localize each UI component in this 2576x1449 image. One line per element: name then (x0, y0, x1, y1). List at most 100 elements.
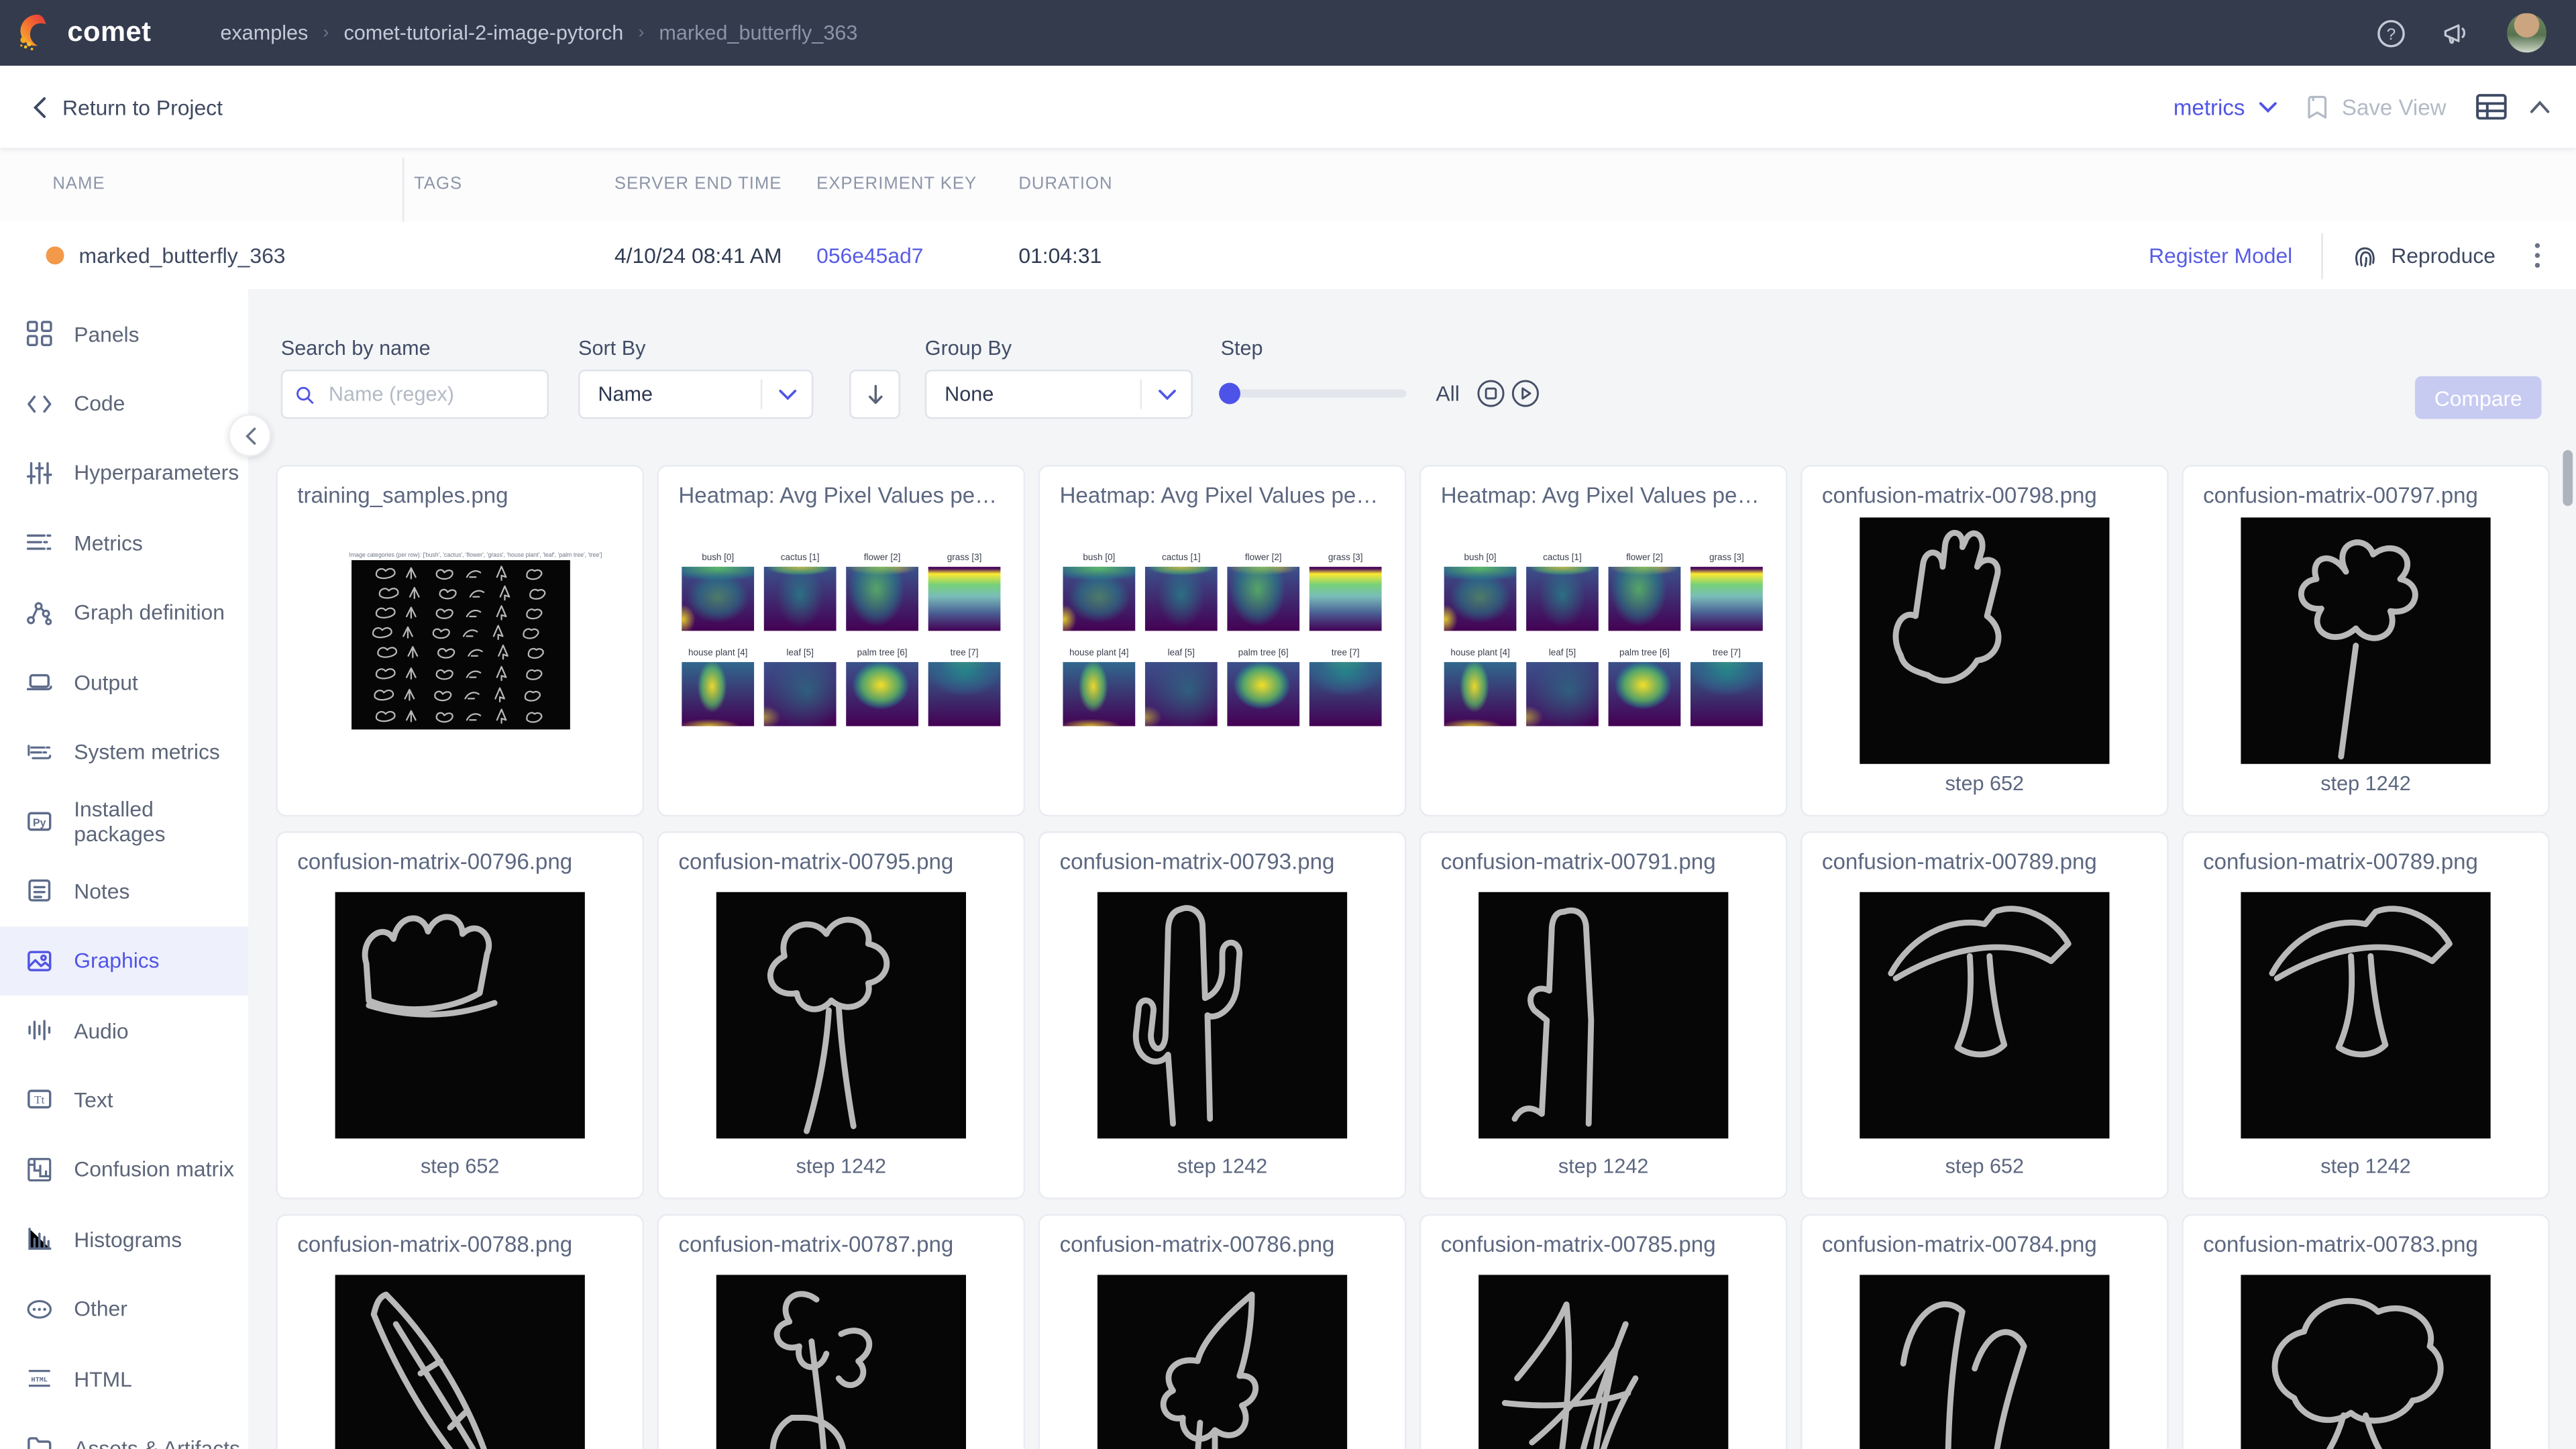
system-metrics-icon (26, 739, 52, 765)
gallery-card[interactable]: confusion-matrix-00785.png (1419, 1214, 1788, 1449)
gallery-card[interactable]: confusion-matrix-00786.png (1038, 1214, 1407, 1449)
sidebar-item-code[interactable]: Code (0, 369, 248, 439)
card-image[interactable] (659, 874, 1024, 1155)
sidebar-item-html[interactable]: HTML HTML (0, 1344, 248, 1413)
register-model-button[interactable]: Register Model (2149, 243, 2292, 268)
group-select[interactable]: None (925, 370, 1193, 419)
gallery-card[interactable]: confusion-matrix-00793.png step 1242 (1038, 831, 1407, 1199)
experiment-key-link[interactable]: 056e45ad7 (816, 243, 923, 268)
sidebar-item-installed-packages[interactable]: Py Installed packages (0, 786, 248, 856)
sidebar-item-notes[interactable]: Notes (0, 856, 248, 926)
sort-direction-button[interactable] (849, 370, 900, 419)
sidebar-item-hyperparameters[interactable]: Hyperparameters (0, 438, 248, 508)
return-to-project-button[interactable]: Return to Project (33, 95, 223, 119)
sidebar-item-metrics[interactable]: Metrics (0, 508, 248, 578)
gallery-card[interactable]: Heatmap: Avg Pixel Values per ... bush [… (1419, 465, 1788, 816)
arrow-down-icon (867, 384, 883, 405)
gallery-card[interactable]: confusion-matrix-00795.png step 1242 (657, 831, 1026, 1199)
card-title: confusion-matrix-00798.png (1803, 467, 2167, 508)
gallery-card[interactable]: confusion-matrix-00788.png (276, 1214, 644, 1449)
card-image[interactable]: Image categories (per row): ['bush', 'ca… (278, 508, 643, 772)
sidebar-item-histograms[interactable]: Histograms (0, 1204, 248, 1274)
sidebar-item-graphics[interactable]: Graphics (0, 926, 248, 996)
experiment-toolbar: Return to Project metrics Save View (0, 66, 2576, 148)
search-input[interactable] (325, 381, 534, 407)
sidebar-item-audio[interactable]: Audio (0, 996, 248, 1065)
card-image[interactable]: bush [0]cactus [1]flower [2]grass [3]hou… (659, 508, 1024, 772)
breadcrumb-project[interactable]: comet-tutorial-2-image-pytorch (343, 21, 623, 44)
step-frame-button[interactable] (1477, 380, 1505, 408)
table-view-icon[interactable] (2476, 94, 2508, 120)
card-title: training_samples.png (278, 467, 643, 508)
card-image[interactable] (1040, 1256, 1405, 1449)
row-menu-button[interactable] (2525, 237, 2550, 274)
card-image[interactable] (1803, 508, 2167, 772)
reproduce-button[interactable]: Reproduce (2353, 242, 2496, 268)
gallery-card[interactable]: confusion-matrix-00796.png step 652 (276, 831, 644, 1199)
card-image[interactable] (278, 874, 643, 1155)
sidebar-item-graph-definition[interactable]: Graph definition (0, 578, 248, 647)
gallery-card[interactable]: confusion-matrix-00783.png (2182, 1214, 2550, 1449)
heatmap-tile-image (1063, 662, 1135, 727)
reproduce-icon (2353, 242, 2378, 268)
sidebar-item-system-metrics[interactable]: System metrics (0, 717, 248, 787)
gallery-card[interactable]: confusion-matrix-00787.png (657, 1214, 1026, 1449)
step-label: Step (1221, 337, 1263, 360)
card-image[interactable] (659, 1256, 1024, 1449)
breadcrumb-workspace[interactable]: examples (220, 21, 308, 44)
sidebar-item-text[interactable]: Tt Text (0, 1065, 248, 1135)
card-image[interactable]: bush [0]cactus [1]flower [2]grass [3]hou… (1421, 508, 1786, 772)
folder-icon (26, 1435, 52, 1449)
step-play-button[interactable] (1511, 380, 1540, 408)
gallery-card[interactable]: confusion-matrix-00789.png step 1242 (2182, 831, 2550, 1199)
announcements-icon[interactable] (2441, 19, 2471, 47)
gallery-card[interactable]: confusion-matrix-00797.png step 1242 (2182, 465, 2550, 816)
card-image[interactable] (1803, 874, 2167, 1155)
save-view-button[interactable]: Save View (2307, 95, 2446, 119)
card-image[interactable] (1421, 874, 1786, 1155)
sidebar-item-other[interactable]: Other (0, 1274, 248, 1344)
gallery-card[interactable]: confusion-matrix-00789.png step 652 (1801, 831, 2169, 1199)
column-tags: TAGS (414, 174, 462, 194)
sidebar-item-panels[interactable]: Panels (0, 299, 248, 369)
card-image[interactable] (278, 1256, 643, 1449)
sidebar-collapse-button[interactable] (228, 414, 271, 457)
heatmap-tile-label: house plant [4] (1063, 649, 1135, 659)
gallery-card[interactable]: Heatmap: Avg Pixel Values per ... bush [… (1038, 465, 1407, 816)
heatmap-tile-image (1526, 662, 1599, 727)
heatmap-tile-label: grass [3] (928, 553, 1001, 564)
card-caption: step 1242 (2184, 1155, 2548, 1198)
gallery-card[interactable]: training_samples.png Image categories (p… (276, 465, 644, 816)
step-slider[interactable] (1221, 389, 1407, 397)
training-samples-image (351, 559, 570, 729)
sort-label: Sort By (578, 337, 645, 360)
card-image[interactable] (2184, 874, 2548, 1155)
user-avatar[interactable] (2507, 13, 2546, 53)
card-image[interactable] (1803, 1256, 2167, 1449)
card-image[interactable] (2184, 1256, 2548, 1449)
card-image[interactable]: bush [0]cactus [1]flower [2]grass [3]hou… (1040, 508, 1405, 772)
collapse-header-icon[interactable] (2530, 100, 2549, 113)
sort-select[interactable]: Name (578, 370, 813, 419)
heatmap-tile-image (846, 662, 918, 727)
compare-button[interactable]: Compare (2415, 376, 2542, 419)
comet-logo[interactable]: comet (16, 13, 151, 53)
gallery-card[interactable]: confusion-matrix-00791.png step 1242 (1419, 831, 1788, 1199)
heatmap-tile-image (682, 567, 754, 631)
sidebar-item-output[interactable]: Output (0, 647, 248, 717)
card-image[interactable] (1421, 1256, 1786, 1449)
step-slider-thumb[interactable] (1219, 382, 1240, 403)
heatmap-tile-image (1690, 567, 1763, 631)
card-caption: step 1242 (2184, 772, 2548, 815)
sidebar-item-assets-artifacts[interactable]: Assets & Artifacts (0, 1413, 248, 1449)
help-icon[interactable]: ? (2377, 19, 2406, 47)
view-select[interactable]: metrics (2174, 95, 2278, 119)
notes-icon (26, 878, 52, 904)
sidebar-item-confusion-matrix[interactable]: Confusion matrix (0, 1134, 248, 1204)
gallery-card[interactable]: Heatmap: Avg Pixel Values per ... bush [… (657, 465, 1026, 816)
card-image[interactable] (2184, 508, 2548, 772)
gallery-card[interactable]: confusion-matrix-00798.png step 652 (1801, 465, 2169, 816)
gallery-card[interactable]: confusion-matrix-00784.png (1801, 1214, 2169, 1449)
card-image[interactable] (1040, 874, 1405, 1155)
scrollbar-thumb[interactable] (2563, 450, 2573, 506)
